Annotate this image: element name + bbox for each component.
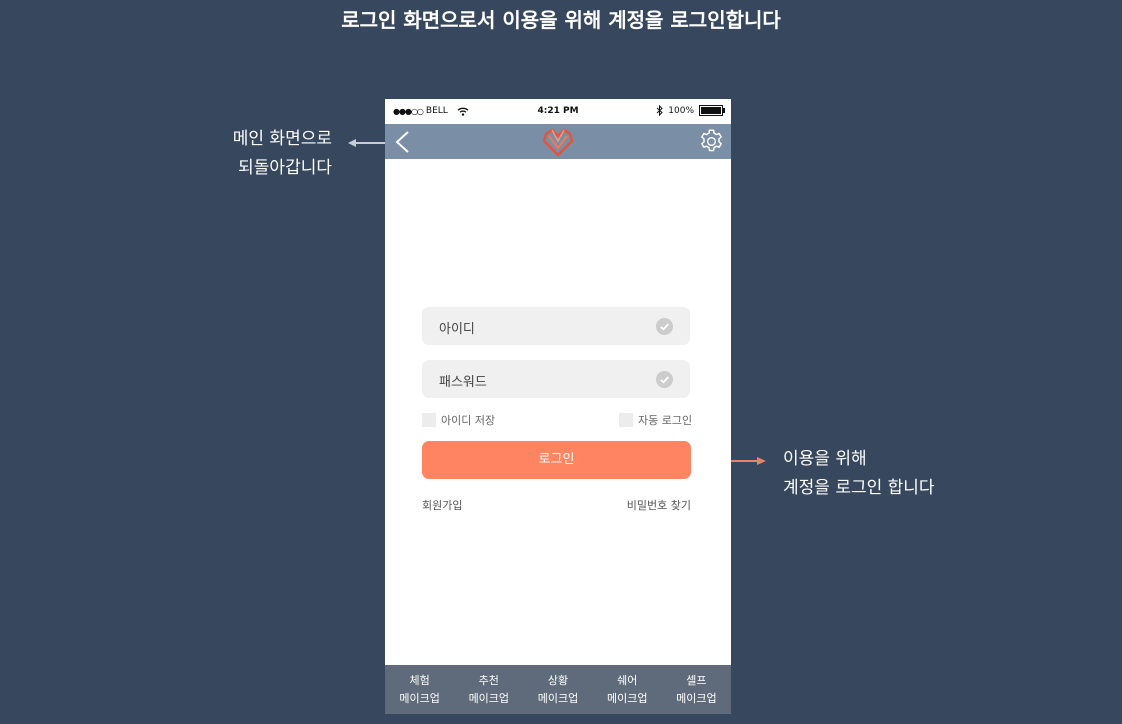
- check-circle-icon: [656, 371, 673, 388]
- tab-situation-makeup[interactable]: 상황 메이크업: [523, 665, 592, 714]
- id-field[interactable]: 아이디: [422, 307, 690, 345]
- id-field-label: 아이디: [439, 322, 475, 337]
- tab-label-top: 상황: [547, 673, 569, 687]
- tab-label-top: 체험: [409, 673, 430, 687]
- login-annotation: 이용을 위해 계정을 로그인 합니다: [783, 445, 1003, 503]
- password-field[interactable]: 패스워드: [422, 360, 690, 398]
- bluetooth-icon: [656, 105, 663, 116]
- find-password-link[interactable]: 비밀번호 찾기: [627, 497, 691, 513]
- gear-icon[interactable]: [698, 128, 725, 155]
- tab-self-makeup[interactable]: 셀프 메이크업: [662, 665, 731, 714]
- battery-percent: 100%: [668, 105, 694, 116]
- heart-logo-icon: [542, 128, 574, 157]
- back-annotation-line1: 메인 화면으로: [232, 129, 332, 149]
- tab-label-bottom: 메이크업: [468, 691, 510, 705]
- tab-recommended-makeup[interactable]: 추천 메이크업: [454, 665, 523, 714]
- status-right: 100%: [656, 105, 725, 116]
- login-button[interactable]: 로그인: [422, 441, 691, 479]
- signup-link[interactable]: 회원가입: [422, 497, 462, 513]
- tab-label-top: 셀프: [686, 673, 707, 687]
- check-circle-icon: [656, 318, 673, 335]
- back-annotation: 메인 화면으로 되돌아갑니다: [180, 125, 332, 183]
- tab-label-top: 쉐어: [617, 673, 638, 687]
- save-id-label: 아이디 저장: [441, 414, 496, 427]
- status-bar: ●●●○○ BELL 4:21 PM 100%: [385, 99, 731, 124]
- tab-label-bottom: 메이크업: [399, 691, 440, 705]
- tab-label-bottom: 메이크업: [606, 691, 648, 705]
- tab-bar: 체험 메이크업 추천 메이크업 상황 메이크업 쉐어 메이크업 셀프 메이크업: [385, 665, 731, 714]
- phone-screen: ●●●○○ BELL 4:21 PM 100% 아이디 패스워드 아이디 저장 …: [385, 99, 731, 714]
- battery-icon: [699, 105, 725, 116]
- tab-share-makeup[interactable]: 쉐어 메이크업: [593, 665, 662, 714]
- tab-experience-makeup[interactable]: 체험 메이크업: [385, 665, 454, 714]
- tab-label-top: 추천: [478, 673, 499, 687]
- nav-bar: [385, 124, 731, 159]
- back-annotation-arrow: [348, 139, 388, 147]
- chevron-left-icon[interactable]: [391, 128, 419, 156]
- save-id-checkbox[interactable]: [422, 413, 436, 427]
- login-annotation-line2: 계정을 로그인 합니다: [783, 478, 935, 498]
- save-id-option[interactable]: 아이디 저장: [422, 412, 495, 428]
- auto-login-label: 자동 로그인: [638, 414, 693, 427]
- password-field-label: 패스워드: [439, 375, 487, 390]
- tab-label-bottom: 메이크업: [676, 691, 717, 705]
- back-annotation-line2: 되돌아갑니다: [238, 158, 332, 178]
- auto-login-option[interactable]: 자동 로그인: [619, 412, 692, 428]
- auto-login-checkbox[interactable]: [619, 413, 633, 427]
- login-annotation-line1: 이용을 위해: [783, 449, 867, 469]
- battery-level: [701, 107, 721, 114]
- tab-label-bottom: 메이크업: [537, 691, 579, 705]
- page-heading: 로그인 화면으로서 이용을 위해 계정을 로그인합니다: [341, 8, 781, 32]
